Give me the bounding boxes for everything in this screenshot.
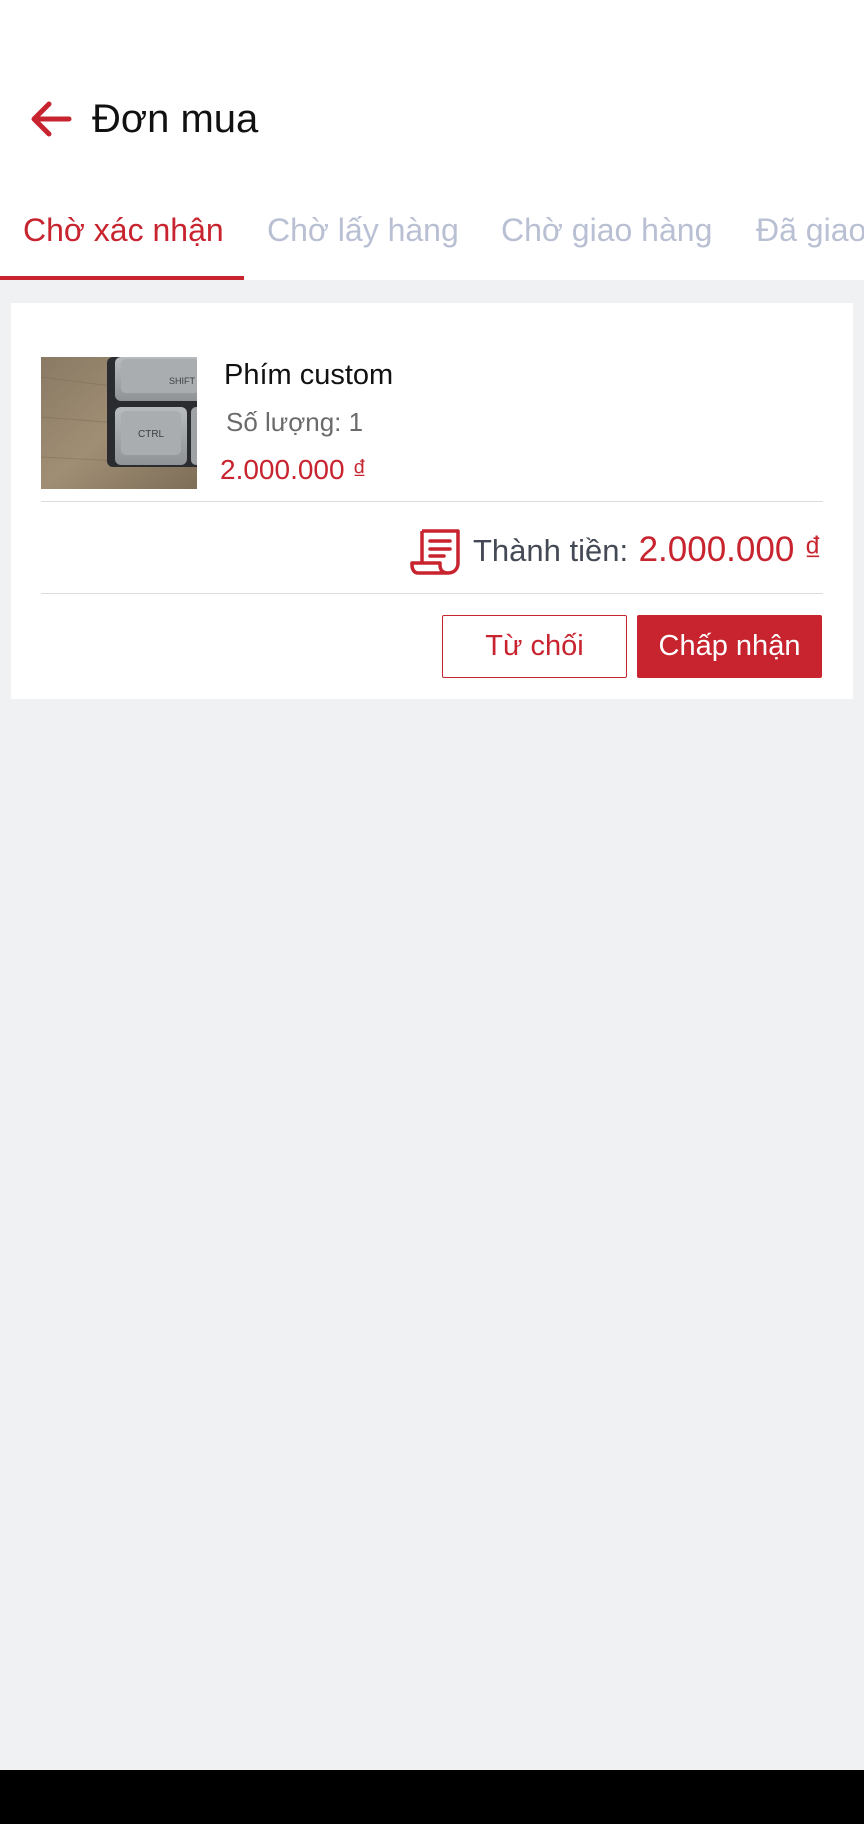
product-quantity: Số lượng: 1 (226, 407, 364, 437)
active-tab-indicator (0, 276, 244, 280)
system-navigation-bar (0, 1770, 864, 1824)
total-value: 2.000.000 ₫ (638, 530, 822, 569)
divider (41, 593, 823, 594)
tab-cho-giao-hang[interactable]: Chờ giao hàng (501, 180, 712, 280)
product-name: Phím custom (224, 359, 394, 391)
total-label: Thành tiền: (473, 533, 629, 568)
product-thumbnail[interactable]: SHIFT CTRL (41, 357, 197, 489)
tab-da-giao[interactable]: Đã giao (756, 180, 864, 280)
divider (41, 501, 823, 502)
reject-button[interactable]: Từ chối (442, 615, 627, 678)
tab-cho-lay-hang[interactable]: Chờ lấy hàng (267, 180, 459, 280)
order-card: SHIFT CTRL Phím custom Số lượng: 1 2.000… (11, 303, 853, 699)
ctrl-key-label: CTRL (138, 429, 165, 440)
receipt-icon (410, 529, 460, 575)
page-title: Đơn mua (92, 97, 259, 141)
back-button[interactable] (24, 92, 78, 146)
app-header: Đơn mua (0, 0, 864, 180)
shift-key-label: SHIFT (169, 376, 196, 386)
accept-button[interactable]: Chấp nhận (637, 615, 822, 678)
tab-cho-xac-nhan[interactable]: Chờ xác nhận (23, 180, 224, 280)
arrow-left-icon (31, 101, 72, 137)
order-status-tabs: Chờ xác nhận Chờ lấy hàng Chờ giao hàng … (0, 180, 864, 280)
product-price: 2.000.000 ₫ (220, 454, 367, 485)
keyboard-photo: SHIFT CTRL (41, 357, 197, 489)
